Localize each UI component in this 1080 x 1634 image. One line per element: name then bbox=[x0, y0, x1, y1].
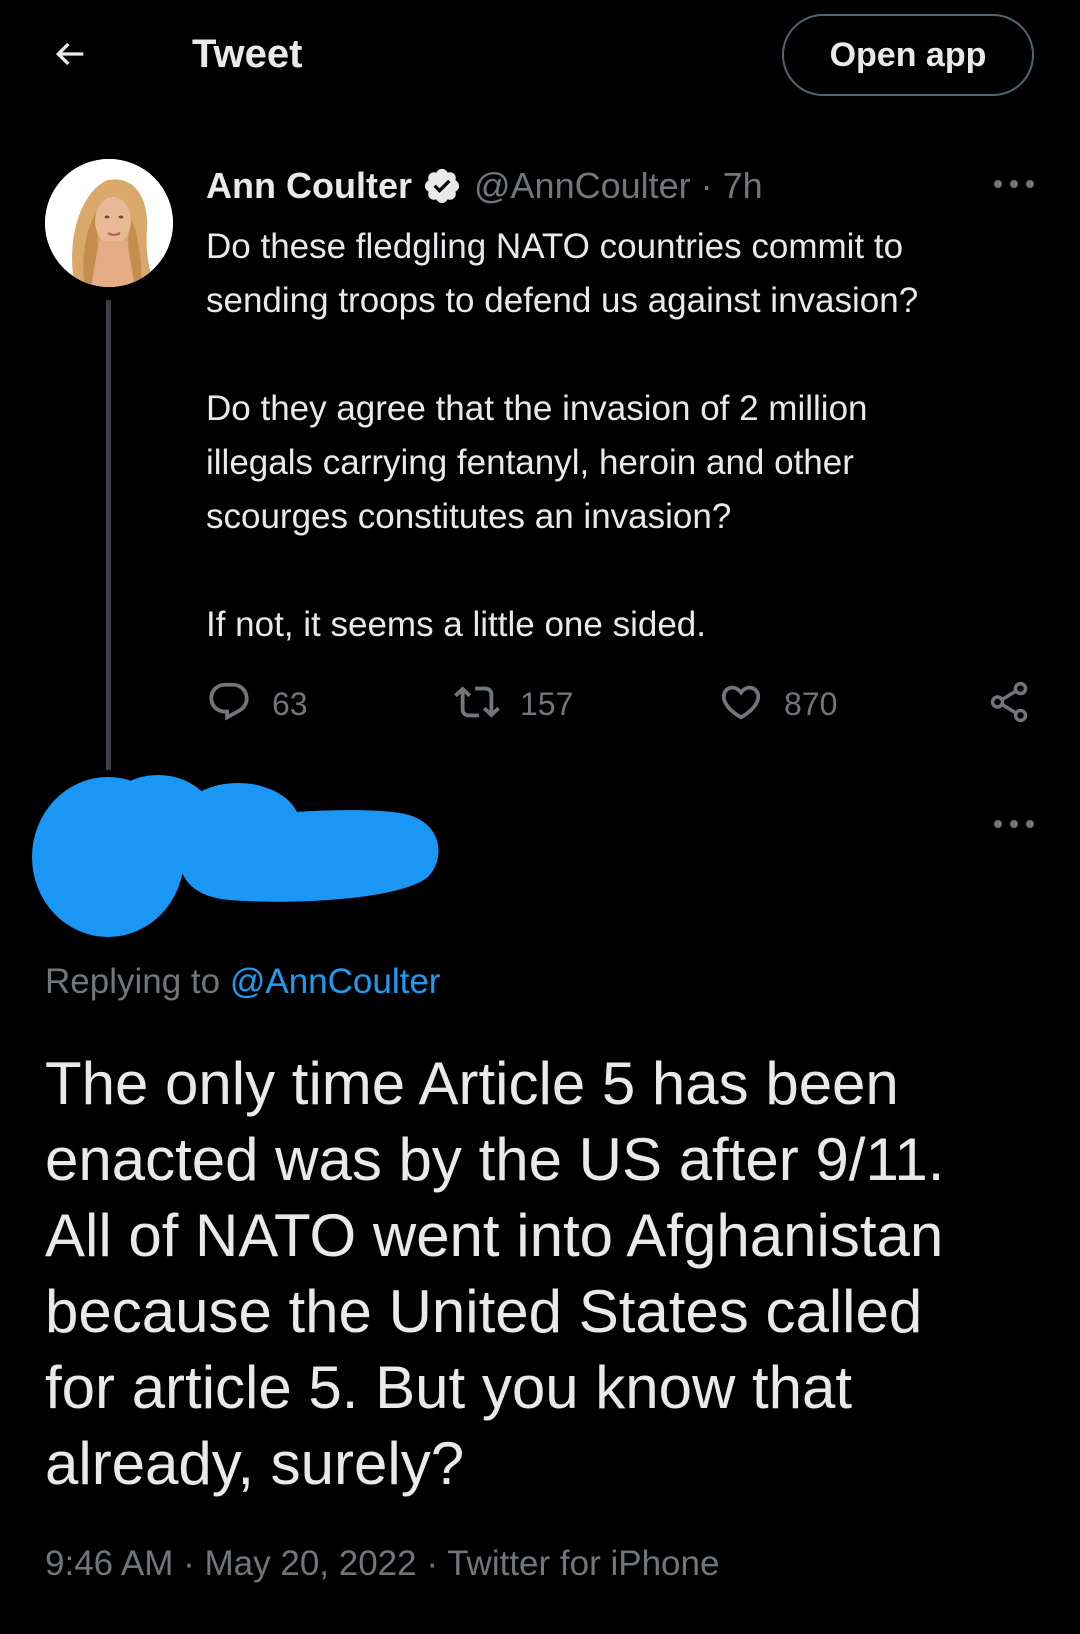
thread-line bbox=[106, 300, 111, 770]
top-bar: Tweet Open app bbox=[0, 0, 1080, 112]
tweet-date[interactable]: May 20, 2022 bbox=[205, 1544, 417, 1583]
replying-to-handle-link[interactable]: @AnnCoulter bbox=[230, 962, 441, 1001]
reply-button[interactable]: 63 bbox=[206, 678, 308, 730]
reply-tweet-text: The only time Article 5 has been enacted… bbox=[45, 1050, 945, 1497]
like-count: 870 bbox=[784, 685, 838, 722]
share-button[interactable] bbox=[986, 678, 1032, 730]
share-icon bbox=[986, 679, 1032, 730]
tweet-header: Ann Coulter @AnnCoulter · 7h bbox=[206, 160, 763, 212]
retweet-button[interactable]: 157 bbox=[454, 678, 573, 730]
tweet-metadata: 9:46 AM · May 20, 2022 · Twitter for iPh… bbox=[45, 1544, 719, 1584]
tweet-paragraph: If not, it seems a little one sided. bbox=[206, 605, 706, 644]
redacted-author bbox=[30, 765, 450, 940]
avatar-photo bbox=[45, 159, 173, 287]
separator: · bbox=[416, 1544, 448, 1583]
arrow-left-icon bbox=[50, 34, 90, 79]
more-horizontal-icon bbox=[992, 817, 1036, 835]
like-button[interactable]: 870 bbox=[718, 678, 837, 730]
separator: · bbox=[173, 1544, 205, 1583]
tweet-paragraph: Do these fledgling NATO countries commit… bbox=[206, 227, 919, 320]
back-button[interactable] bbox=[40, 30, 100, 82]
author-name[interactable]: Ann Coulter bbox=[206, 165, 412, 207]
more-options-button[interactable] bbox=[986, 808, 1042, 844]
verified-badge-icon bbox=[422, 166, 462, 206]
comment-icon bbox=[206, 679, 252, 730]
page-title: Tweet bbox=[192, 32, 303, 76]
more-horizontal-icon bbox=[992, 177, 1036, 195]
replying-to-prefix: Replying to bbox=[45, 962, 230, 1001]
tweet-time[interactable]: 9:46 AM bbox=[45, 1544, 173, 1583]
tweet-text: Do these fledgling NATO countries commit… bbox=[206, 220, 1046, 652]
tweet-source[interactable]: Twitter for iPhone bbox=[447, 1544, 719, 1583]
heart-icon bbox=[718, 679, 764, 730]
retweet-icon bbox=[454, 679, 500, 730]
replying-to: Replying to @AnnCoulter bbox=[45, 962, 440, 1002]
handle-and-time[interactable]: @AnnCoulter · 7h bbox=[474, 165, 763, 207]
avatar[interactable] bbox=[45, 159, 173, 287]
tweet-paragraph: Do they agree that the invasion of 2 mil… bbox=[206, 389, 868, 536]
reply-count: 63 bbox=[272, 685, 308, 722]
tweet-actions: 63 157 870 bbox=[206, 678, 1036, 730]
retweet-count: 157 bbox=[520, 685, 574, 722]
open-app-button[interactable]: Open app bbox=[782, 14, 1034, 96]
more-options-button[interactable] bbox=[986, 168, 1042, 204]
